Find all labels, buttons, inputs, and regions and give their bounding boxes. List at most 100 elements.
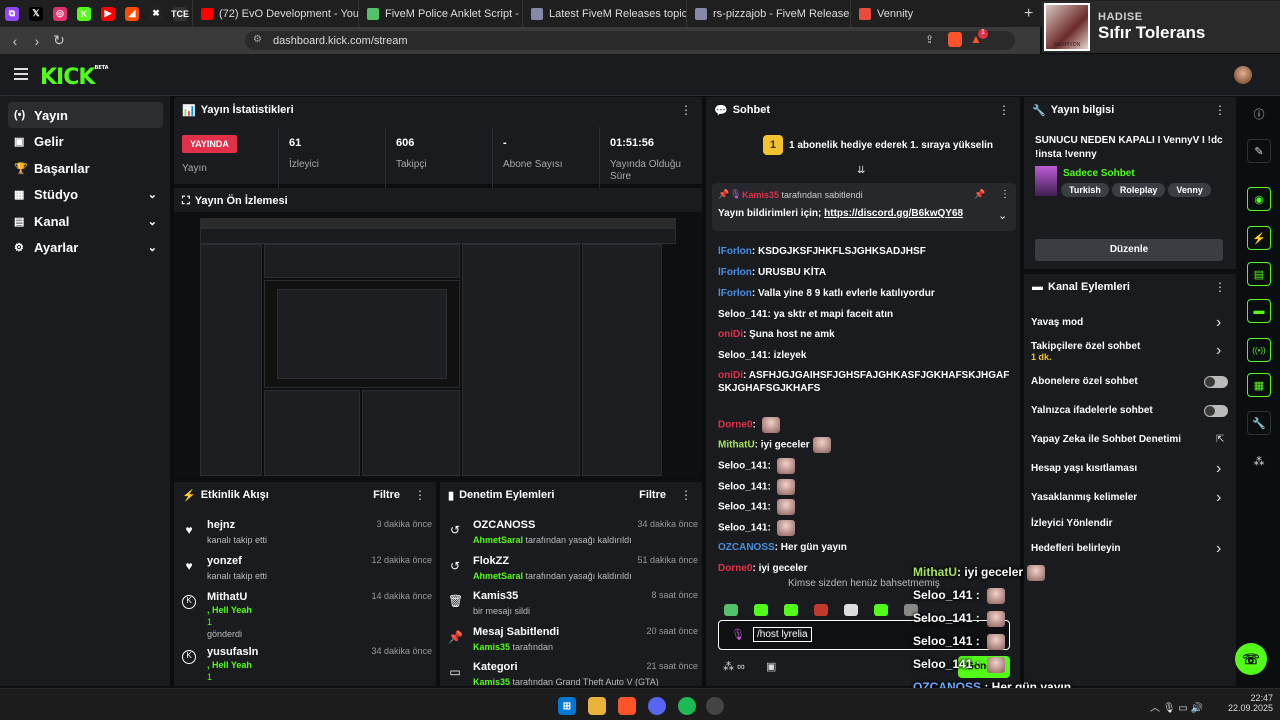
moderation-actor[interactable]: AhmetSaral: [473, 571, 523, 581]
pinned-tab[interactable]: ⧉: [0, 0, 24, 27]
activity-user[interactable]: MithatU: [207, 591, 247, 603]
chat-username[interactable]: Seloo_141: [718, 350, 767, 361]
pinned-link[interactable]: https://discord.gg/B6kwQY68: [824, 208, 963, 219]
camera-icon[interactable]: ◉: [1247, 187, 1271, 211]
sidebar-item-5[interactable]: ⚙ Ayarlar ⌄: [8, 235, 163, 261]
moderation-actor[interactable]: AhmetSaral: [473, 535, 523, 545]
tray-icons[interactable]: ︿ 🎙 ▭ 🔊: [1150, 699, 1203, 714]
browser-tab[interactable]: Vennity: [850, 0, 1014, 27]
expand-pinned-icon[interactable]: ⌄: [998, 209, 1007, 222]
explorer-icon[interactable]: [588, 697, 606, 715]
moderation-target[interactable]: OZCANOSS: [473, 519, 535, 531]
activity-user[interactable]: hejnz: [207, 519, 235, 531]
pinned-tab[interactable]: ▶: [96, 0, 120, 27]
moderation-filter-button[interactable]: Filtre: [639, 489, 666, 501]
tag-chip[interactable]: Venny: [1168, 183, 1211, 197]
chat-username[interactable]: MithatU: [718, 440, 755, 451]
emote-icon[interactable]: [761, 417, 780, 433]
start-icon[interactable]: ⊞: [558, 697, 576, 715]
chat-username[interactable]: oniDi: [718, 329, 743, 340]
channel-action-row[interactable]: Yasaklanmış kelimeler: [1031, 492, 1137, 503]
channel-action-row[interactable]: Yavaş mod: [1031, 317, 1083, 328]
site-info-icon[interactable]: ⚙: [253, 34, 262, 45]
lightning-icon[interactable]: ⚡: [1247, 226, 1271, 250]
broadcast-icon[interactable]: ((•)): [1247, 338, 1271, 362]
browser-tab[interactable]: FiveM Police Anklet Script - Evo Deve: [358, 0, 522, 27]
scroll-down-icon[interactable]: ⇊: [857, 165, 865, 176]
chat-username[interactable]: Seloo_141: [718, 309, 767, 320]
emote-skull-icon[interactable]: [844, 604, 858, 616]
pinned-tab[interactable]: ✖: [144, 0, 168, 27]
pinned-tab[interactable]: TCE: [168, 0, 192, 27]
apps-icon[interactable]: ⁂: [1247, 449, 1271, 473]
moderation-target[interactable]: Kamis35: [473, 590, 518, 602]
reload-icon[interactable]: ↻: [48, 32, 70, 49]
moderation-actor[interactable]: Kamis35: [473, 677, 510, 686]
chevron-right-icon[interactable]: ›: [1216, 540, 1221, 558]
forward-icon[interactable]: ›: [26, 33, 48, 49]
emote-icon[interactable]: [776, 520, 795, 536]
category-thumbnail[interactable]: [1035, 166, 1057, 196]
chat-store-icon[interactable]: ▣: [766, 660, 776, 673]
actions-menu-icon[interactable]: ⋮: [1214, 280, 1226, 294]
sidebar-item-1[interactable]: ▣ Gelir: [8, 129, 163, 155]
sidebar-item-3[interactable]: ▦ Stüdyo ⌄: [8, 182, 163, 208]
pinned-tab[interactable]: K: [72, 0, 96, 27]
chat-icon[interactable]: ▬: [1247, 299, 1271, 323]
discord-icon[interactable]: [648, 697, 666, 715]
chat-username[interactable]: OZCANOSS: [718, 542, 775, 553]
channel-action-row[interactable]: Hedefleri belirleyin: [1031, 543, 1120, 554]
chat-input-text[interactable]: /host lyrelia: [753, 627, 812, 642]
url-field[interactable]: ⚙ dashboard.kick.com/stream: [245, 31, 1015, 50]
kick-logo[interactable]: KICKBETA: [40, 65, 109, 90]
activity-menu-icon[interactable]: ⋮: [414, 488, 426, 502]
moderation-target[interactable]: Mesaj Sabitlendi: [473, 626, 559, 638]
share-icon[interactable]: ⇪: [925, 33, 934, 46]
chevron-right-icon[interactable]: ›: [1216, 460, 1221, 478]
chat-menu-icon[interactable]: ⋮: [998, 103, 1010, 117]
toggle-switch[interactable]: [1204, 405, 1228, 417]
emote-kick-icon[interactable]: [754, 604, 768, 616]
sidebar-item-2[interactable]: 🏆 Başarılar: [8, 155, 163, 181]
steam-icon[interactable]: [706, 697, 724, 715]
chat-username[interactable]: Dorne0: [718, 420, 752, 431]
chat-username[interactable]: Dorne0: [718, 563, 752, 574]
sidebar-item-0[interactable]: (•) Yayın: [8, 102, 163, 128]
activity-user[interactable]: yonzef: [207, 555, 242, 567]
external-link-icon[interactable]: ⇱: [1216, 434, 1224, 445]
pinned-user[interactable]: Kamis35: [742, 190, 779, 200]
activity-filter-button[interactable]: Filtre: [373, 489, 400, 501]
brave-icon[interactable]: [618, 697, 636, 715]
info-menu-icon[interactable]: ⋮: [1214, 103, 1226, 117]
emote-icon[interactable]: [776, 499, 795, 515]
user-avatar[interactable]: [1234, 66, 1252, 84]
spotify-icon[interactable]: [678, 697, 696, 715]
chevron-right-icon[interactable]: ›: [1216, 489, 1221, 507]
menu-icon[interactable]: [14, 68, 28, 83]
chevron-right-icon[interactable]: ›: [1216, 342, 1221, 360]
brave-shield-icon[interactable]: [948, 32, 962, 47]
emote-icon[interactable]: [776, 458, 795, 474]
moderation-actor[interactable]: Kamis35: [473, 642, 510, 652]
pinned-tab[interactable]: 𝕏: [24, 0, 48, 27]
gift-leaderboard-text[interactable]: 1 abonelik hediye ederek 1. sıraya yükse…: [789, 140, 993, 151]
chevron-right-icon[interactable]: ›: [1216, 314, 1221, 332]
channel-action-row[interactable]: İzleyici Yönlendir: [1031, 518, 1113, 529]
browser-tab[interactable]: (72) EvO Development - YouTube: [192, 0, 358, 27]
moderation-target[interactable]: Kategori: [473, 661, 518, 673]
channel-action-row[interactable]: Hesap yaşı kısıtlaması: [1031, 463, 1137, 474]
browser-tab[interactable]: Latest FiveM Releases topics - Cfx.re: [522, 0, 686, 27]
edit-icon[interactable]: ✎: [1247, 139, 1271, 163]
support-chat-icon[interactable]: ☏: [1235, 643, 1267, 675]
channel-action-row[interactable]: Yalnızca ifadelerle sohbet: [1031, 405, 1153, 416]
chat-username[interactable]: lForlon: [718, 288, 752, 299]
pinned-menu-icon[interactable]: ⋮: [1000, 189, 1010, 200]
stats-menu-icon[interactable]: ⋮: [680, 103, 692, 117]
channel-action-row[interactable]: Abonelere özel sohbet: [1031, 376, 1138, 387]
emote-icon[interactable]: [776, 479, 795, 495]
activity-user[interactable]: yusufasln: [207, 646, 258, 658]
moderation-menu-icon[interactable]: ⋮: [680, 488, 692, 502]
info-icon[interactable]: ⓘ: [1247, 102, 1271, 126]
chat-username[interactable]: Seloo_141: [718, 482, 767, 493]
channel-action-row[interactable]: Yapay Zeka ile Sohbet Denetimi: [1031, 434, 1181, 445]
